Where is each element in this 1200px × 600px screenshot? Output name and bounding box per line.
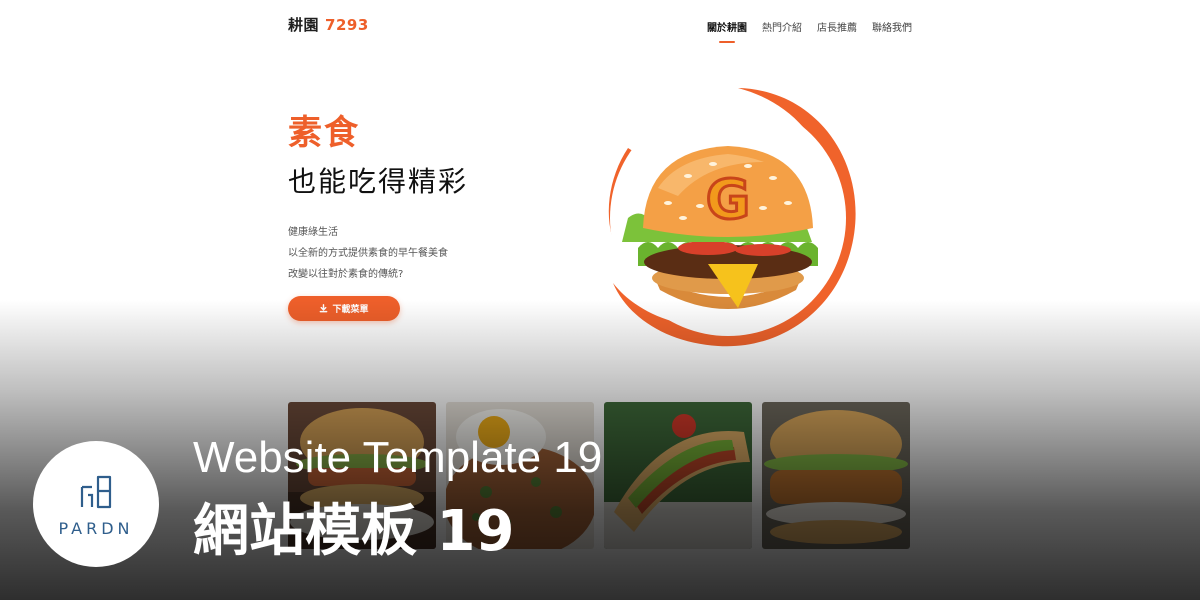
- pardn-logo-text: PARDN: [58, 518, 134, 538]
- hero-line: 改變以往對於素食的傳統?: [288, 269, 404, 280]
- nav-item-about[interactable]: 關於耕園: [707, 19, 747, 34]
- food-card-chicken-burger[interactable]: [762, 402, 910, 549]
- pardn-logo-icon: [76, 471, 116, 515]
- download-icon: [319, 304, 328, 313]
- download-menu-label: 下載菜單: [332, 305, 369, 315]
- download-menu-button[interactable]: 下載菜單: [288, 296, 400, 321]
- main-nav: 關於耕園 熱門介紹 店長推薦 聯絡我們: [707, 19, 912, 34]
- hero-title: 素食: [288, 113, 360, 153]
- hero-burger-illustration: G: [588, 78, 868, 358]
- pardn-logo: PARDN: [33, 441, 159, 567]
- caption-english: Website Template 19: [193, 433, 603, 482]
- hero-description: 健康綠生活 以全新的方式提供素食的早午餐美食 改變以往對於素食的傳統?: [288, 222, 448, 285]
- nav-item-popular[interactable]: 熱門介紹: [762, 19, 802, 34]
- food-card-hotdog[interactable]: [604, 402, 752, 549]
- brand-logo[interactable]: 耕園 7293: [288, 14, 369, 35]
- brand-name: 耕園: [288, 16, 320, 34]
- nav-item-recommend[interactable]: 店長推薦: [817, 19, 857, 34]
- brand-number: 7293: [325, 16, 369, 34]
- nav-item-contact[interactable]: 聯絡我們: [872, 19, 912, 34]
- caption-chinese: 網站模板 19: [193, 499, 515, 564]
- hero-subtitle: 也能吃得精彩: [288, 165, 469, 198]
- hero-line: 以全新的方式提供素食的早午餐美食: [288, 248, 448, 259]
- hero-line: 健康綠生活: [288, 227, 338, 238]
- hero-burger-letter: G: [706, 168, 750, 231]
